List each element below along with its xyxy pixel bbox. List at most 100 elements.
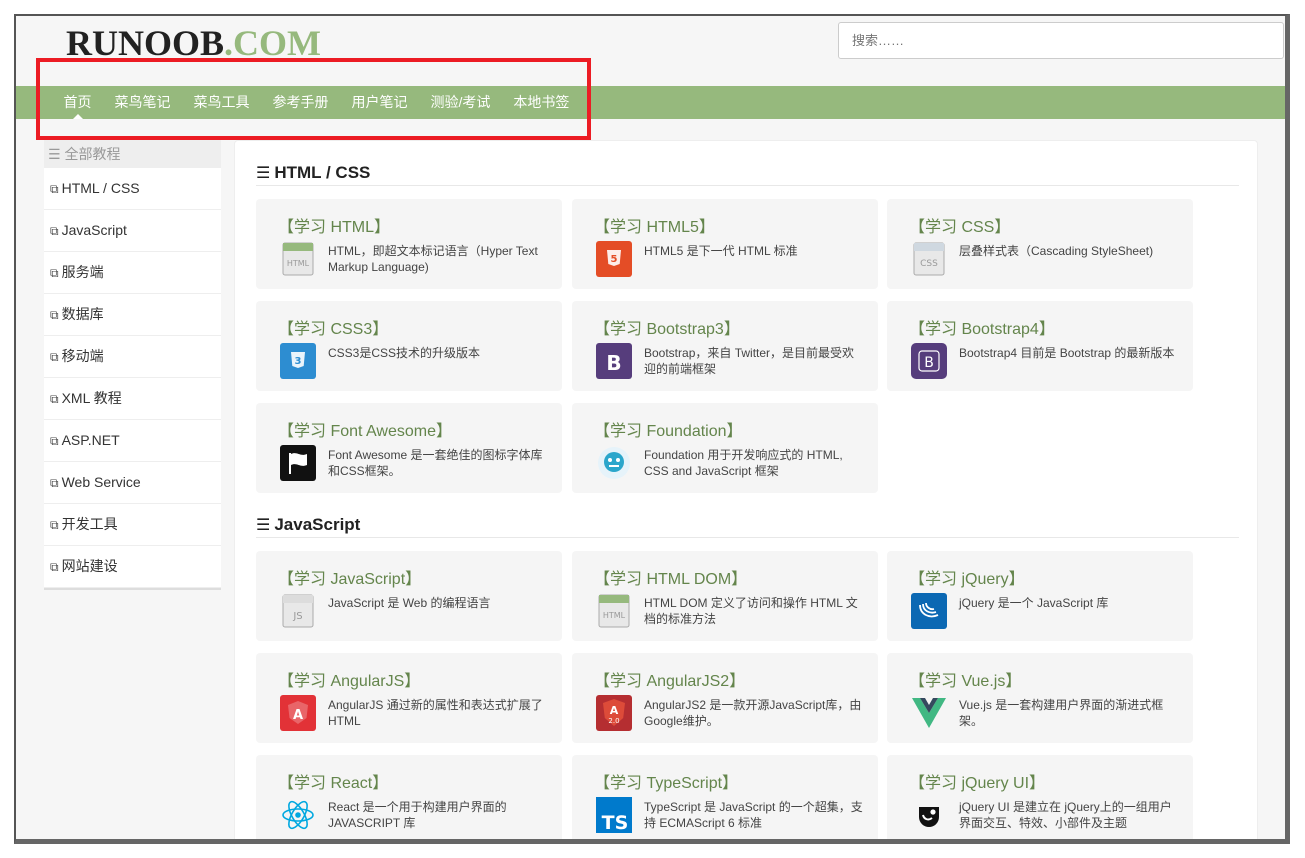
card-title: 【学习 React】 — [278, 775, 389, 792]
tutorial-card-angularjs[interactable]: 【学习 AngularJS】 A AngularJS 通过新的属性和表达式扩展了… — [256, 653, 562, 743]
external-link-icon: ⧉ — [50, 560, 59, 574]
html-dom-icon: HTML — [596, 593, 632, 629]
card-title: 【学习 Foundation】 — [594, 423, 743, 440]
card-title: 【学习 HTML5】 — [594, 219, 715, 236]
sidebar-item-web-service[interactable]: ⧉ Web Service — [44, 462, 221, 504]
sidebar-item-web-building[interactable]: ⧉ 网站建设 — [44, 546, 221, 588]
angularjs-icon: A — [280, 695, 316, 731]
sidebar-item-label: 服务端 — [61, 264, 104, 280]
angularjs2-icon: A 2.0 — [596, 695, 632, 731]
tutorial-card-css3[interactable]: 【学习 CSS3】 3 CSS3是CSS技术的升级版本 — [256, 301, 562, 391]
card-description: Bootstrap，来自 Twitter，是目前最受欢迎的前端框架 — [644, 346, 855, 376]
tutorial-card-html[interactable]: 【学习 HTML】 HTML HTML，即超文本标记语言（Hyper Text … — [256, 199, 562, 289]
tutorial-card-jquery[interactable]: 【学习 jQuery】 jQuery 是一个 JavaScript 库 — [887, 551, 1193, 641]
tutorial-card-react[interactable]: 【学习 React】 React 是一个用于构建用户界面的 JAVASCRIPT… — [256, 755, 562, 839]
svg-text:A: A — [293, 708, 303, 723]
tutorial-card-css[interactable]: 【学习 CSS】 CSS 层叠样式表（Cascading StyleSheet) — [887, 199, 1193, 289]
html5-icon: 5 — [596, 241, 632, 277]
card-title: 【学习 Font Awesome】 — [278, 423, 452, 440]
tutorial-card-vuejs[interactable]: 【学习 Vue.js】 Vue.js 是一套构建用户界面的渐进式框架。 — [887, 653, 1193, 743]
sidebar-item-label: 网站建设 — [61, 558, 118, 574]
external-link-icon: ⧉ — [50, 266, 59, 280]
nav-item-quiz[interactable]: 测验/考试 — [419, 86, 502, 119]
tutorial-card-typescript[interactable]: 【学习 TypeScript】 TS TypeScript 是 JavaScri… — [572, 755, 878, 839]
tutorial-card-bootstrap4[interactable]: 【学习 Bootstrap4】 B Bootstrap4 目前是 Bootstr… — [887, 301, 1193, 391]
sidebar-item-html-css[interactable]: ⧉ HTML / CSS — [44, 168, 221, 210]
search-input[interactable] — [838, 22, 1284, 59]
tutorial-card-bootstrap3[interactable]: 【学习 Bootstrap3】 B Bootstrap，来自 Twitter，是… — [572, 301, 878, 391]
card-title: 【学习 CSS3】 — [278, 321, 389, 338]
sidebar-item-database[interactable]: ⧉ 数据库 — [44, 294, 221, 336]
external-link-icon: ⧉ — [50, 476, 59, 490]
logo-suffix-text: .COM — [224, 23, 321, 63]
card-title: 【学习 AngularJS】 — [278, 673, 421, 690]
tutorial-card-javascript[interactable]: 【学习 JavaScript】 JS JavaScript 是 Web 的编程语… — [256, 551, 562, 641]
css3-icon: 3 — [280, 343, 316, 379]
sidebar-item-xml[interactable]: ⧉ XML 教程 — [44, 378, 221, 420]
tutorial-card-font-awesome[interactable]: 【学习 Font Awesome】 Font Awesome 是一套绝佳的图标字… — [256, 403, 562, 493]
card-description: jQuery UI 是建立在 jQuery上的一组用户界面交互、特效、小部件及主… — [959, 800, 1172, 830]
card-description: HTML，即超文本标记语言（Hyper Text Markup Language… — [328, 244, 538, 274]
external-link-icon: ⧉ — [50, 224, 59, 238]
external-link-icon: ⧉ — [50, 434, 59, 448]
list-icon: ☰ — [256, 517, 271, 534]
bootstrap4-icon: B — [911, 343, 947, 379]
main-content: ☰ HTML / CSS 【学习 HTML】 HTML HTML，即超文本标记语言… — [234, 140, 1258, 839]
svg-text:HTML: HTML — [287, 259, 310, 268]
card-title: 【学习 AngularJS2】 — [594, 673, 746, 690]
typescript-icon: TS — [596, 797, 632, 833]
card-title: 【学习 Bootstrap4】 — [909, 321, 1055, 338]
tutorial-card-angularjs2[interactable]: 【学习 AngularJS2】 A 2.0 AngularJS2 是一款开源Jav… — [572, 653, 878, 743]
site-logo[interactable]: RUNOOB.COM — [66, 22, 321, 64]
nav-item-tools[interactable]: 菜鸟工具 — [182, 86, 261, 119]
nav-item-user-notes[interactable]: 用户笔记 — [340, 86, 419, 119]
tutorial-sidebar: ☰ 全部教程 ⧉ HTML / CSS ⧉ JavaScript ⧉ 服务端 ⧉ 数据库… — [44, 140, 221, 590]
sidebar-item-aspnet[interactable]: ⧉ ASP.NET — [44, 420, 221, 462]
card-title: 【学习 JavaScript】 — [278, 571, 422, 588]
nav-item-home[interactable]: 首页 — [52, 86, 103, 119]
nav-item-reference[interactable]: 参考手册 — [261, 86, 340, 119]
card-description: HTML5 是下一代 HTML 标准 — [644, 244, 798, 258]
main-navbar: 首页 菜鸟笔记 菜鸟工具 参考手册 用户笔记 测验/考试 本地书签 — [16, 86, 1285, 119]
jquery-ui-icon — [911, 797, 947, 833]
svg-text:B: B — [606, 351, 621, 375]
section-title-javascript: ☰ JavaScript — [256, 515, 1239, 538]
external-link-icon: ⧉ — [50, 182, 59, 196]
svg-text:CSS: CSS — [920, 259, 938, 269]
sidebar-item-dev-tools[interactable]: ⧉ 开发工具 — [44, 504, 221, 546]
card-title: 【学习 jQuery UI】 — [909, 775, 1046, 792]
section-title-html-css: ☰ HTML / CSS — [256, 163, 1239, 186]
card-description: Foundation 用于开发响应式的 HTML, CSS and JavaSc… — [644, 448, 843, 478]
svg-text:2.0: 2.0 — [608, 717, 619, 725]
card-title: 【学习 CSS】 — [909, 219, 1011, 236]
card-title: 【学习 Vue.js】 — [909, 673, 1022, 690]
logo-main-text: RUNOOB — [66, 23, 225, 63]
nav-item-bookmarks[interactable]: 本地书签 — [502, 86, 581, 119]
card-title: 【学习 HTML DOM】 — [594, 571, 748, 588]
svg-text:5: 5 — [611, 254, 618, 265]
external-link-icon: ⧉ — [50, 518, 59, 532]
sidebar-item-label: 数据库 — [61, 306, 104, 322]
sidebar-item-server[interactable]: ⧉ 服务端 — [44, 252, 221, 294]
card-description: Font Awesome 是一套绝佳的图标字体库和CSS框架。 — [328, 448, 543, 478]
tutorial-card-html5[interactable]: 【学习 HTML5】 5 HTML5 是下一代 HTML 标准 — [572, 199, 878, 289]
svg-text:3: 3 — [295, 356, 302, 367]
sidebar-item-mobile[interactable]: ⧉ 移动端 — [44, 336, 221, 378]
section-title-text: JavaScript — [274, 515, 361, 534]
tutorial-card-html-dom[interactable]: 【学习 HTML DOM】 HTML HTML DOM 定义了访问和操作 HTM… — [572, 551, 878, 641]
card-description: AngularJS 通过新的属性和表达式扩展了 HTML — [328, 698, 543, 728]
list-icon: ☰ — [256, 165, 271, 182]
external-link-icon: ⧉ — [50, 392, 59, 406]
nav-item-notes[interactable]: 菜鸟笔记 — [103, 86, 182, 119]
card-description: JavaScript 是 Web 的编程语言 — [328, 596, 491, 610]
card-description: 层叠样式表（Cascading StyleSheet) — [959, 244, 1154, 258]
html-icon: HTML — [280, 241, 316, 277]
svg-text:JS: JS — [292, 611, 302, 622]
css-icon: CSS — [911, 241, 947, 277]
card-description: Vue.js 是一套构建用户界面的渐进式框架。 — [959, 698, 1164, 728]
tutorial-card-foundation[interactable]: 【学习 Foundation】 Foundation 用于开发响应式的 HTML… — [572, 403, 878, 493]
sidebar-item-javascript[interactable]: ⧉ JavaScript — [44, 210, 221, 252]
react-icon — [280, 797, 316, 833]
tutorial-card-jquery-ui[interactable]: 【学习 jQuery UI】 jQuery UI 是建立在 jQuery上的一组… — [887, 755, 1193, 839]
card-description: AngularJS2 是一款开源JavaScript库，由Google维护。 — [644, 698, 862, 728]
